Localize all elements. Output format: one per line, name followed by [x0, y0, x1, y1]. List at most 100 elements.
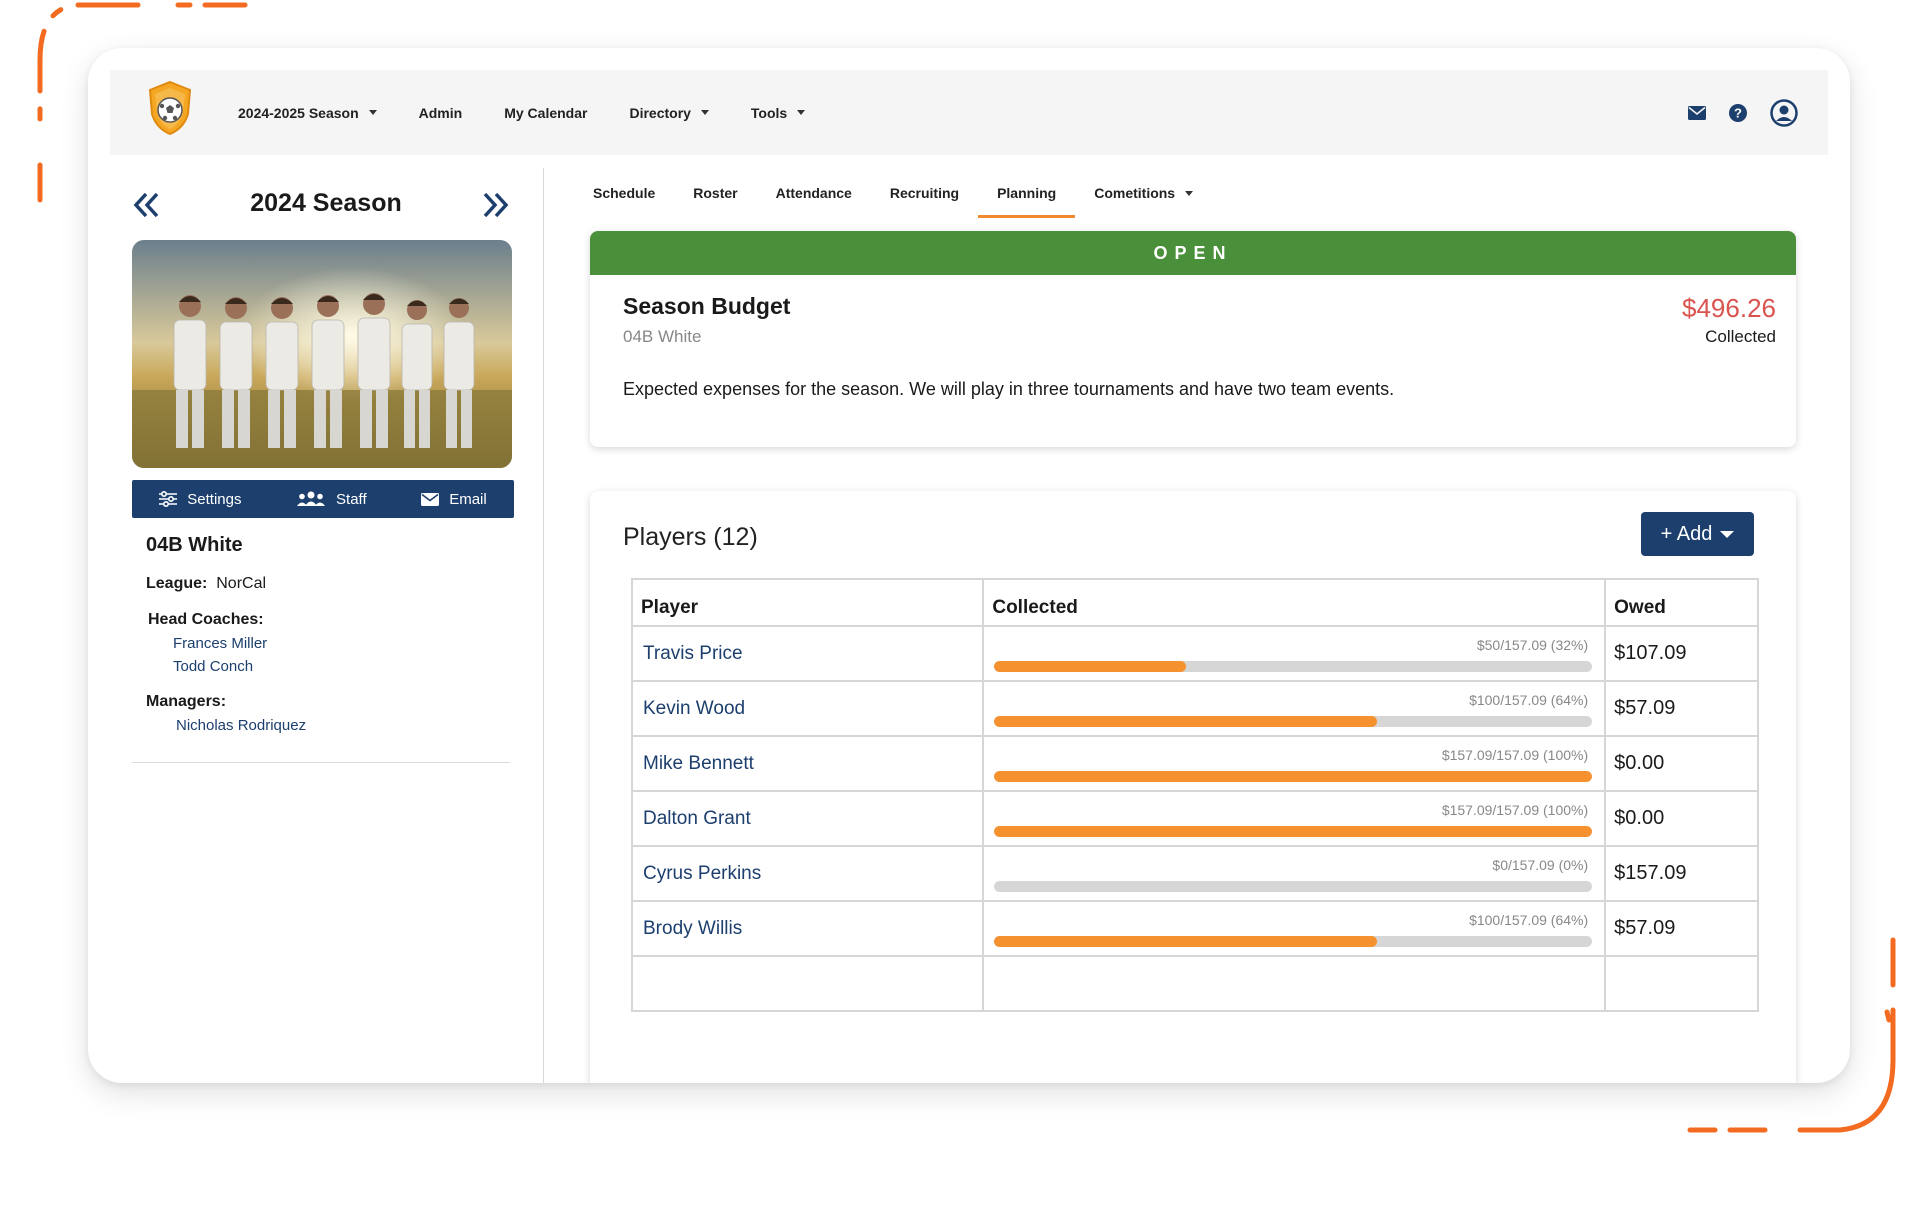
league-value: NorCal [216, 575, 267, 592]
collected-progress-fill [994, 716, 1377, 727]
season-budget-card: OPEN Season Budget 04B White $496.26 Col… [590, 231, 1796, 447]
table-row: Kevin Wood $100/157.09 (64%) $57.09 [630, 680, 1759, 737]
collected-progress-bar [994, 881, 1593, 892]
collected-progress-text: $100/157.09 (64%) [1469, 912, 1589, 928]
owed-amount: $0.00 [1604, 790, 1759, 847]
column-header-owed[interactable]: Owed [1604, 578, 1759, 627]
collected-cell [982, 955, 1607, 1012]
owed-amount: $107.09 [1604, 625, 1759, 682]
player-name-link[interactable]: Mike Bennett [630, 735, 985, 792]
svg-text:?: ? [1734, 105, 1742, 120]
player-name-link[interactable]: Cyrus Perkins [630, 845, 985, 902]
player-name-link[interactable]: Dalton Grant [630, 790, 985, 847]
season-title: 2024 Season [250, 188, 402, 217]
add-button-label: + Add [1660, 522, 1713, 545]
nav-my-calendar[interactable]: My Calendar [504, 105, 587, 121]
collected-cell: $100/157.09 (64%) [982, 680, 1607, 737]
tab-recruiting[interactable]: Recruiting [871, 168, 978, 218]
tab-planning[interactable]: Planning [978, 168, 1076, 218]
owed-amount: $57.09 [1604, 900, 1759, 957]
players-title: Players (12) [623, 523, 758, 551]
table-row: Travis Price $50/157.09 (32%) $107.09 [630, 625, 1759, 682]
email-button[interactable]: Email [421, 491, 487, 508]
sidebar-divider [132, 762, 510, 763]
budget-description: Expected expenses for the season. We wil… [623, 379, 1395, 399]
team-action-bar: Settings Staff Email [132, 480, 514, 518]
vertical-divider [543, 168, 544, 1083]
chevron-down-icon [700, 110, 709, 115]
add-player-button[interactable]: + Add [1641, 512, 1754, 556]
player-name-link[interactable]: Brody Willis [630, 900, 985, 957]
nav-tools-label: Tools [750, 104, 788, 121]
app-window: 2024-2025 Season Admin My Calendar Direc… [88, 48, 1850, 1083]
tab-attendance-label: Attendance [775, 185, 852, 201]
tab-roster[interactable]: Roster [674, 168, 756, 218]
collected-progress-fill [994, 661, 1186, 672]
nav-tools-dropdown[interactable]: Tools [750, 104, 806, 121]
collected-cell: $157.09/157.09 (100%) [982, 735, 1607, 792]
tab-attendance[interactable]: Attendance [757, 168, 871, 218]
players-card: Players (12) + Add Player Collected Owed… [590, 491, 1796, 1083]
collected-progress-bar [994, 771, 1593, 782]
tab-competitions-label: Cometitions [1094, 185, 1176, 201]
player-name-link[interactable]: Kevin Wood [630, 680, 985, 737]
managers-label: Managers: [146, 693, 227, 710]
owed-amount: $0.00 [1604, 735, 1759, 792]
manager-link[interactable]: Nicholas Rodriquez [176, 717, 520, 734]
head-coach-link[interactable]: Frances Miller [173, 635, 520, 652]
head-coaches-label: Head Coaches: [148, 611, 264, 628]
collected-progress-text: $157.09/157.09 (100%) [1441, 802, 1589, 818]
status-banner: OPEN [590, 231, 1796, 275]
head-coach-link[interactable]: Todd Conch [173, 658, 520, 675]
team-photo [132, 240, 512, 468]
top-navbar: 2024-2025 Season Admin My Calendar Direc… [110, 70, 1828, 155]
collected-progress-bar [994, 661, 1593, 672]
collected-cell: $0/157.09 (0%) [982, 845, 1607, 902]
users-group-icon [297, 491, 326, 506]
collected-progress-fill [994, 936, 1377, 947]
settings-button[interactable]: Settings [159, 491, 241, 508]
collected-progress-text: $100/157.09 (64%) [1469, 692, 1589, 708]
tab-competitions-dropdown[interactable]: Cometitions [1075, 168, 1212, 218]
nav-directory-dropdown[interactable]: Directory [629, 104, 709, 121]
column-header-collected[interactable]: Collected [982, 578, 1607, 627]
team-sidebar: 2024 Season Settings Staff Email 04B Whi… [132, 168, 520, 1068]
previous-season-chevrons-icon[interactable] [132, 190, 162, 220]
user-account-icon[interactable] [1770, 98, 1798, 127]
players-table: Player Collected Owed Travis Price $50/15… [630, 578, 1759, 1012]
club-shield-logo[interactable] [146, 80, 194, 136]
budget-title: Season Budget [623, 293, 791, 319]
next-season-chevrons-icon[interactable] [480, 190, 510, 220]
chevron-down-icon [1185, 190, 1194, 196]
tab-schedule[interactable]: Schedule [574, 168, 674, 218]
table-header-row: Player Collected Owed [630, 578, 1759, 627]
collected-progress-bar [994, 716, 1593, 727]
collected-cell: $50/157.09 (32%) [982, 625, 1607, 682]
collected-progress-fill [994, 826, 1593, 837]
table-row: Cyrus Perkins $0/157.09 (0%) $157.09 [630, 845, 1759, 902]
player-name-link[interactable] [630, 955, 985, 1012]
nav-my-calendar-label: My Calendar [504, 104, 588, 121]
tab-roster-label: Roster [693, 185, 738, 201]
staff-label: Staff [336, 490, 367, 508]
collected-cell: $157.09/157.09 (100%) [982, 790, 1607, 847]
nav-directory-label: Directory [629, 104, 691, 121]
chevron-down-icon [1720, 530, 1735, 538]
mail-icon[interactable] [1688, 105, 1706, 120]
nav-season-dropdown[interactable]: 2024-2025 Season [238, 105, 377, 121]
staff-button[interactable]: Staff [296, 491, 367, 508]
column-header-player[interactable]: Player [630, 578, 985, 627]
collected-progress-bar [994, 936, 1593, 947]
collected-progress-fill [994, 771, 1593, 782]
team-name: 04B White [146, 534, 243, 556]
collected-progress-text: $50/157.09 (32%) [1476, 637, 1589, 653]
owed-amount: $157.09 [1604, 845, 1759, 902]
collected-progress-bar [994, 826, 1593, 837]
help-icon[interactable]: ? [1728, 103, 1748, 123]
nav-admin[interactable]: Admin [419, 105, 463, 121]
player-name-link[interactable]: Travis Price [630, 625, 985, 682]
nav-season-label: 2024-2025 Season [238, 104, 359, 121]
table-row: Dalton Grant $157.09/157.09 (100%) $0.00 [630, 790, 1759, 847]
league-line: League: NorCal [146, 575, 520, 593]
budget-collected-label: Collected [1705, 327, 1776, 346]
